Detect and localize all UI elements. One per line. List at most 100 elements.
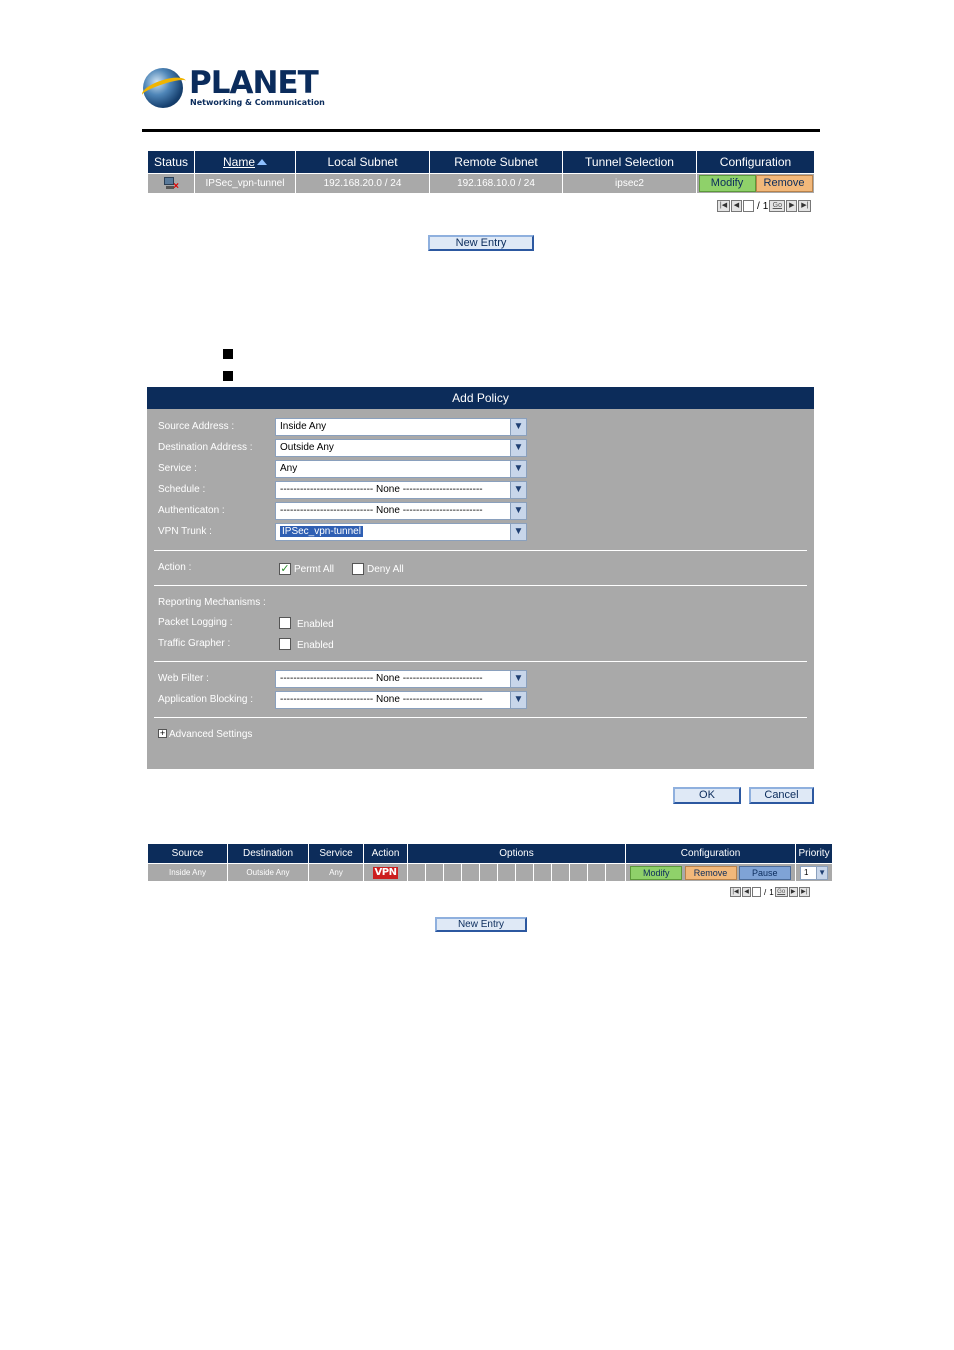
option-cell [443,863,462,882]
col-header-configuration: Configuration [696,150,815,174]
col-header-name[interactable]: Name [194,150,296,174]
vpn-tunnel-table: Status Name Local Subnet Remote Subnet T… [147,150,815,194]
prev-page-icon[interactable]: ◀ [731,200,742,212]
first-page-icon[interactable]: |◀ [730,887,741,897]
schedule-label: Schedule : [158,484,206,495]
go-button[interactable]: Go [774,887,788,897]
web-filter-label: Web Filter : [158,673,209,684]
priority-cell: 1 ▼ [795,863,834,882]
page-number-input[interactable] [752,887,761,897]
tunnel-name: IPSec_vpn-tunnel [194,173,296,194]
web-filter-select[interactable]: ---------------------------- None ------… [275,670,527,688]
schedule-select[interactable]: ---------------------------- None ------… [275,481,527,499]
prev-page-icon[interactable]: ◀ [742,887,751,897]
section-divider [154,717,807,718]
section-divider [154,550,807,551]
chevron-down-icon[interactable]: ▼ [510,419,526,435]
next-page-icon[interactable]: ▶ [786,200,798,212]
col-header-tunnel-selection: Tunnel Selection [562,150,697,174]
option-cell [604,863,627,882]
expand-plus-icon[interactable]: + [158,729,167,738]
col-header-priority: Priority [795,843,834,864]
authentication-value: ---------------------------- None ------… [280,505,483,516]
add-policy-panel: Add Policy Source Address : Inside Any ▼… [147,387,814,769]
packet-logging-checkbox[interactable] [279,617,291,629]
chevron-down-icon[interactable]: ▼ [510,440,526,456]
advanced-settings-link[interactable]: Advanced Settings [169,729,252,740]
table-row: × IPSec_vpn-tunnel 192.168.20.0 / 24 192… [147,173,815,194]
option-cell [515,863,534,882]
section-divider [154,661,807,662]
page-total: 1 [762,200,769,212]
schedule-value: ---------------------------- None ------… [280,484,483,495]
col-header-local-subnet: Local Subnet [295,150,430,174]
last-page-icon[interactable]: ▶| [798,887,810,897]
ok-button[interactable]: OK [673,787,741,804]
service-select[interactable]: Any ▼ [275,460,527,478]
option-cell [479,863,498,882]
page-separator: / [757,200,760,212]
square-bullet-icon [223,349,233,359]
traffic-grapher-label: Traffic Grapher : [158,638,231,649]
option-cell [533,863,552,882]
source-address-value: Inside Any [280,421,327,432]
local-subnet: 192.168.20.0 / 24 [295,173,430,194]
traffic-grapher-checkbox[interactable] [279,638,291,650]
policy-table: Source Destination Service Action Option… [147,843,834,882]
reporting-mechanisms-label: Reporting Mechanisms : [158,597,266,608]
section-divider [154,585,807,586]
permit-all-checkbox[interactable]: ✓ [279,563,291,575]
vpn-trunk-select[interactable]: IPSec_vpn-tunnel ▼ [275,523,527,541]
deny-all-checkbox[interactable] [352,563,364,575]
modify-button[interactable]: Modify [698,175,756,192]
modify-button[interactable]: Modify [630,865,683,880]
sort-ascending-icon[interactable] [257,159,267,165]
cancel-button[interactable]: Cancel [749,787,814,804]
authentication-select[interactable]: ---------------------------- None ------… [275,502,527,520]
chevron-down-icon[interactable]: ▼ [510,524,526,540]
option-cell [425,863,444,882]
policy-action-cell: VPN [363,863,408,882]
policy-pager: |◀ ◀ / 1 Go ▶ ▶| [730,887,810,897]
traffic-grapher-enabled-label: Enabled [297,640,334,651]
new-entry-button[interactable]: New Entry [428,235,534,251]
tunnel-selection: ipsec2 [562,173,697,194]
vpn-action-icon: VPN [372,866,399,879]
col-header-source: Source [147,843,228,864]
priority-value: 1 [804,867,809,877]
application-blocking-value: ---------------------------- None ------… [280,694,483,705]
page-separator: / [764,887,767,897]
option-cell [461,863,480,882]
chevron-down-icon[interactable]: ▼ [510,461,526,477]
remove-button[interactable]: Remove [755,175,813,192]
chevron-down-icon[interactable]: ▼ [816,866,828,879]
page-number-input[interactable] [743,200,754,212]
policy-configuration-cell: Modify Remove Pause [625,863,797,882]
source-address-select[interactable]: Inside Any ▼ [275,418,527,436]
chevron-down-icon[interactable]: ▼ [510,692,526,708]
packet-logging-enabled-label: Enabled [297,619,334,630]
option-cell [407,863,426,882]
remove-button[interactable]: Remove [684,865,737,880]
option-cell [587,863,606,882]
go-button[interactable]: Go [769,200,786,212]
remote-subnet: 192.168.10.0 / 24 [429,173,563,194]
application-blocking-select[interactable]: ---------------------------- None ------… [275,691,527,709]
priority-select[interactable]: 1 ▼ [800,865,829,880]
chevron-down-icon[interactable]: ▼ [510,482,526,498]
first-page-icon[interactable]: |◀ [717,200,730,212]
destination-address-select[interactable]: Outside Any ▼ [275,439,527,457]
policy-source: Inside Any [147,863,228,882]
configuration-cell: Modify Remove [696,173,815,194]
new-entry-button[interactable]: New Entry [435,917,527,932]
destination-address-label: Destination Address : [158,442,253,453]
sort-by-name-link[interactable]: Name [223,155,255,169]
chevron-down-icon[interactable]: ▼ [510,671,526,687]
logo-tagline: Networking & Communication [190,98,325,107]
pager: |◀ ◀ / 1 Go ▶ ▶| [717,200,812,212]
next-page-icon[interactable]: ▶ [788,887,798,897]
chevron-down-icon[interactable]: ▼ [510,503,526,519]
pause-button[interactable]: Pause [738,865,791,880]
page-total: 1 [769,887,774,897]
last-page-icon[interactable]: ▶| [798,200,812,212]
